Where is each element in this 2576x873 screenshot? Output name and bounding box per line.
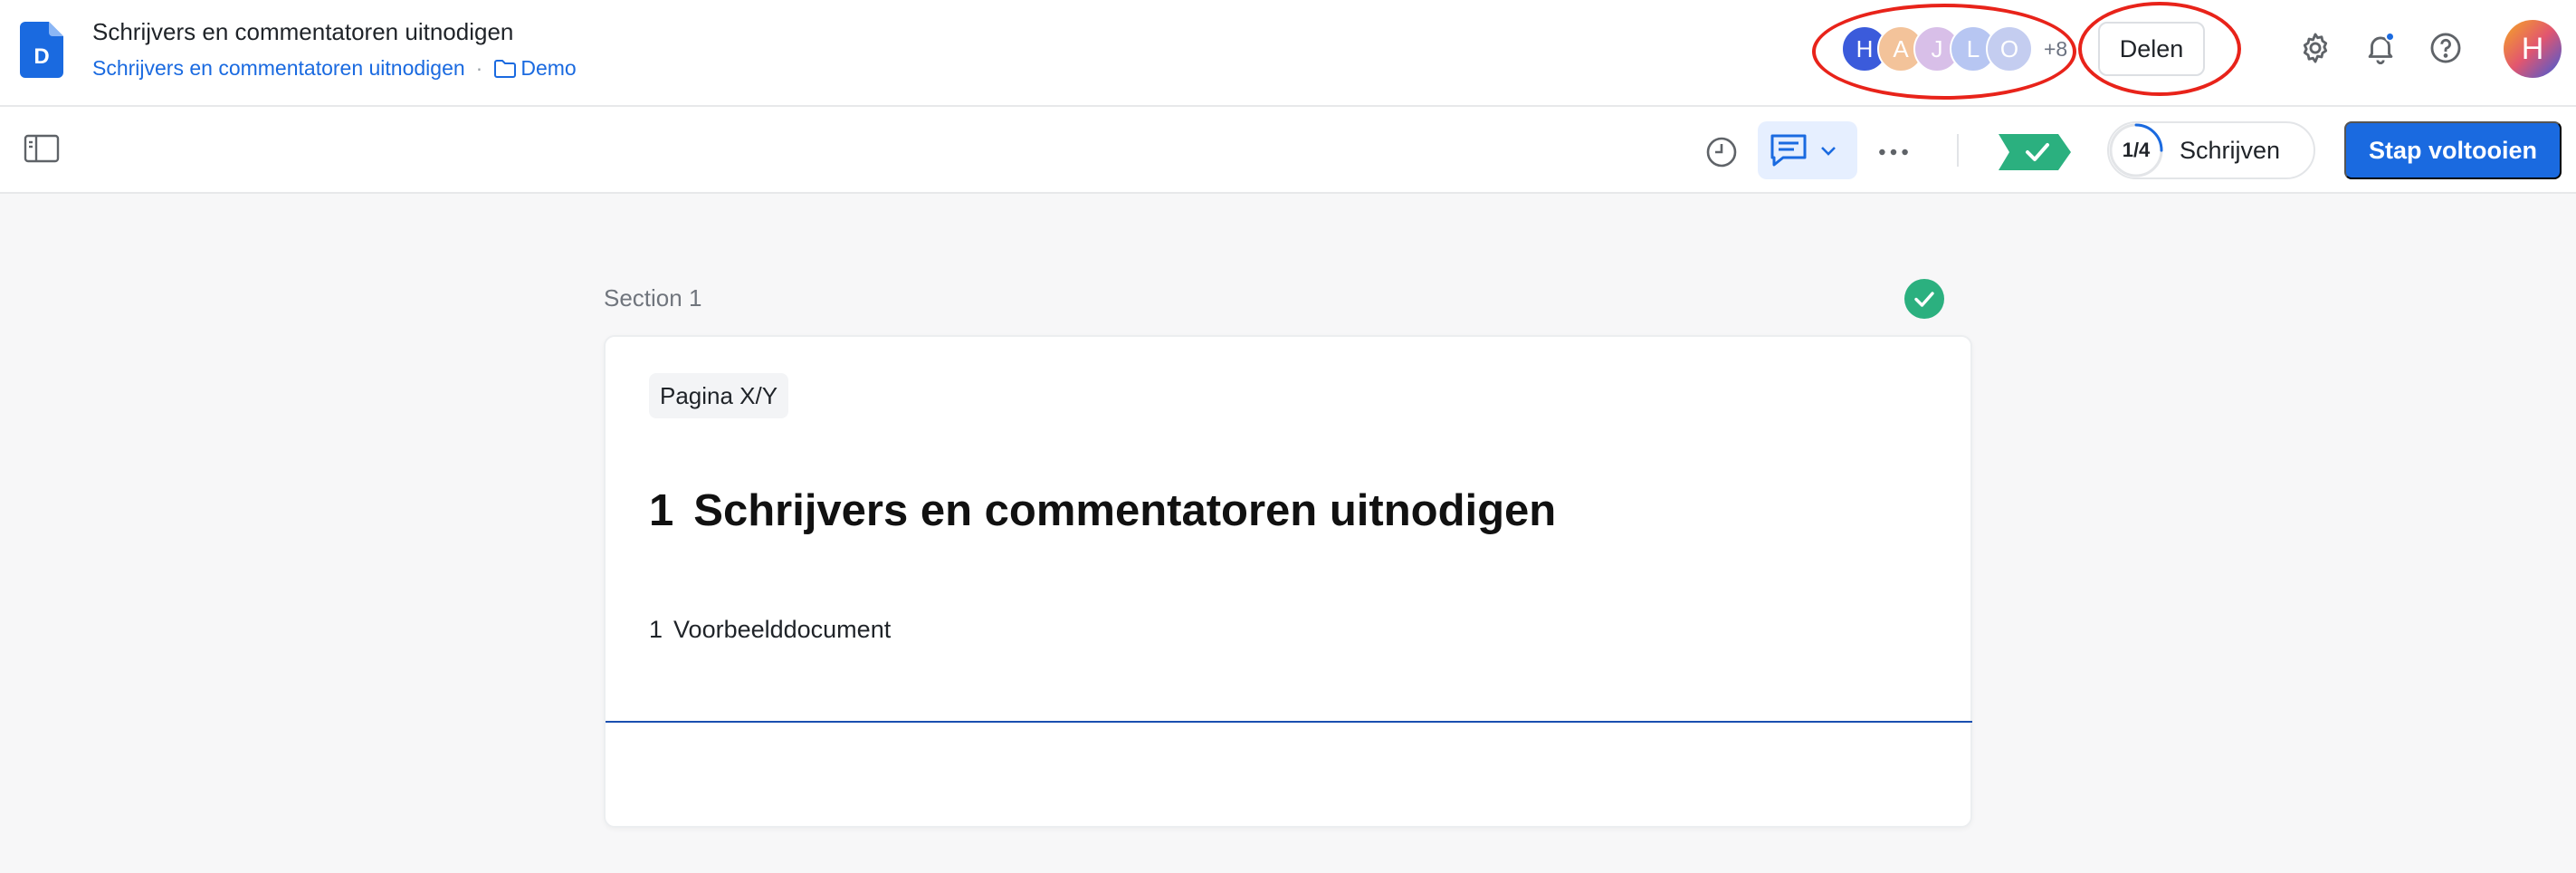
breadcrumb-document-link[interactable]: Schrijvers en commentatoren uitnodigen [92,56,465,81]
notification-dot [2385,32,2395,42]
page-number-tag[interactable]: Pagina X/Y [649,373,789,418]
user-avatar[interactable]: H [2504,20,2562,78]
settings-icon[interactable] [2295,28,2335,68]
folder-icon [493,59,517,79]
more-options-icon[interactable] [1875,134,1912,170]
collaborator-avatar[interactable]: O [1986,25,2033,72]
breadcrumb-separator: · [475,56,483,80]
more-collaborators-count[interactable]: +8 [2044,37,2067,62]
top-header: D Schrijvers en commentatoren uitnodigen… [0,0,2576,107]
heading-number: 1 [649,486,674,535]
toolbar-divider [1957,134,1959,167]
breadcrumb: Schrijvers en commentatoren uitnodigen ·… [92,56,577,81]
document-heading[interactable]: 1 Schrijvers en commentatoren uitnodigen [649,485,1556,536]
heading-text: Schrijvers en commentatoren uitnodigen [693,486,1557,535]
step-progress-text: 1/4 [2122,139,2151,161]
history-clock-icon[interactable] [1703,134,1740,170]
comments-toggle-button[interactable] [1758,121,1857,179]
sidebar-toggle-icon[interactable] [24,132,60,165]
document-page[interactable]: Pagina X/Y 1 Schrijvers en commentatoren … [604,335,1972,828]
step-name: Schrijven [2180,136,2281,164]
breadcrumb-folder-label: Demo [520,56,577,80]
notifications-bell-icon[interactable] [2361,28,2400,68]
page-break-line [606,721,1972,723]
collaborator-avatars[interactable]: H A J L O +8 [1841,25,2067,72]
svg-text:D: D [33,44,49,69]
section-complete-check-icon [1904,279,1944,319]
workflow-step-indicator[interactable]: 1/4 Schrijven [2107,121,2315,179]
toc-item-number: 1 [649,616,663,643]
toc-item[interactable]: 1 Voorbeelddocument [649,616,891,644]
chevron-down-icon [1821,147,1836,156]
step-progress-ring: 1/4 [2107,121,2165,179]
document-toolbar: 1/4 Schrijven Stap voltooien [0,107,2576,194]
breadcrumb-folder-link[interactable]: Demo [493,56,577,81]
share-button[interactable]: Delen [2098,22,2205,76]
document-title[interactable]: Schrijvers en commentatoren uitnodigen [92,18,513,46]
section-title: Section 1 [604,284,702,312]
comment-icon [1770,134,1807,167]
complete-step-button[interactable]: Stap voltooien [2344,121,2562,179]
toc-item-text: Voorbeelddocument [673,616,892,643]
help-icon[interactable] [2426,28,2466,68]
workflow-status-check-icon[interactable] [1999,134,2071,170]
document-app-icon[interactable]: D [20,22,63,78]
